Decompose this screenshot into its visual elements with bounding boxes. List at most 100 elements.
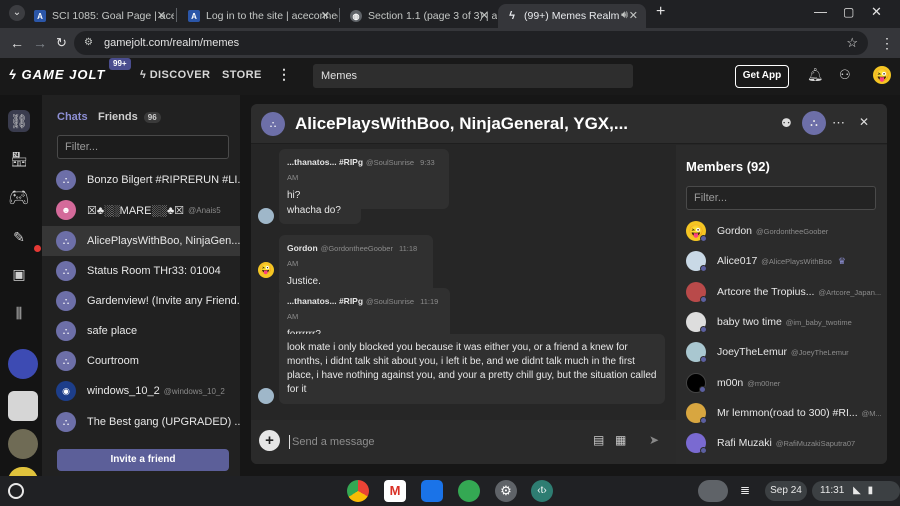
search-input[interactable]: Memes (313, 64, 633, 88)
members-filter-input[interactable]: Filter... (686, 186, 876, 210)
close-tab-icon[interactable]: ✕ (629, 9, 638, 22)
message-text: look mate i only blocked you because it … (287, 342, 657, 395)
browser-tab-3[interactable]: ◍ Section 1.1 (page 3 of 3) | acec ✕ (342, 4, 497, 28)
browser-tab-2[interactable]: A Log in to the site | aceconnect ✕ (180, 4, 338, 28)
member-item[interactable]: m00n @m00ner (686, 373, 881, 393)
browser-tab-4-active[interactable]: ϟ (99+) Memes Realm - Art, v 🔊︎ ✕ (498, 4, 646, 28)
gif-icon[interactable]: ▤ (593, 433, 604, 447)
more-menu-icon[interactable]: ⋮ (277, 66, 291, 83)
meet-icon[interactable] (458, 480, 480, 502)
tab-friends[interactable]: Friends 96 (98, 111, 161, 123)
games-icon[interactable]: 🎮︎ (8, 187, 30, 209)
holding-space-icon[interactable] (698, 480, 728, 502)
chat-item-selected[interactable]: ⛬ AlicePlaysWithBoo, NinjaGen... (42, 226, 240, 256)
store-icon[interactable]: 🏪︎ (8, 148, 30, 170)
chat-item[interactable]: ⛬ Courtroom (42, 346, 240, 376)
member-item[interactable]: 😜 Gordon @GordontheeGoober (686, 221, 881, 241)
member-item[interactable]: Alice017 @AlicePlaysWithBoo ♛ (686, 251, 881, 271)
realm-avatar-2[interactable] (8, 391, 38, 421)
member-item[interactable]: Mr lemmon(road to 300) #RI... @M... (686, 403, 881, 423)
files-icon[interactable] (421, 480, 443, 502)
bookmark-star-icon[interactable]: ☆ (846, 31, 858, 55)
notes-icon[interactable]: ≣ (740, 483, 750, 497)
user-avatar[interactable] (258, 388, 274, 404)
close-tab-icon[interactable]: ✕ (157, 9, 166, 22)
message-composer: + Send a message ▤ ▦ ➤ (251, 420, 676, 464)
tab-search-icon[interactable]: ⌄ (9, 5, 25, 21)
tab-divider (339, 8, 340, 22)
message-author: ...thanatos... #RIPg (287, 157, 364, 167)
discover-link[interactable]: ϟ DISCOVER (140, 69, 210, 81)
member-item[interactable]: Artcore the Tropius... @Artcore_Japan... (686, 282, 881, 302)
close-tab-icon[interactable]: ✕ (321, 9, 330, 22)
online-dot (700, 417, 707, 423)
chat-icon[interactable]: ⛓ (8, 110, 30, 132)
chat-options-icon[interactable]: ⋯ (832, 115, 845, 131)
browser-tab-1[interactable]: A SCI 1085: Goal Page | aceconn ✕ (26, 4, 174, 28)
back-icon[interactable]: ← (10, 34, 24, 52)
member-handle: @Artcore_Japan... (818, 287, 881, 297)
realm-avatar-1[interactable] (8, 349, 38, 379)
invite-friend-button[interactable]: Invite a friend (57, 449, 229, 471)
chat-item[interactable]: ◉ windows_10_2 @windows_10_2 (42, 376, 240, 406)
sticker-icon[interactable]: ▦ (615, 433, 626, 447)
gamejolt-logo[interactable]: ϟ GAME JOLT (9, 67, 105, 82)
forward-icon[interactable]: → (33, 34, 47, 52)
settings-icon[interactable]: ⚙ (495, 480, 517, 502)
friend-requests-icon[interactable]: ⚇ (839, 67, 851, 83)
maximize-icon[interactable]: ▢ (843, 3, 854, 21)
member-item[interactable]: JoeyTheLemur @JoeyTheLemur (686, 342, 881, 362)
chat-filter-input[interactable]: Filter... (57, 135, 229, 159)
get-app-button[interactable]: Get App (735, 65, 789, 88)
tools-icon[interactable]: ✎ (8, 226, 30, 248)
member-name: Alice017 (717, 255, 758, 267)
quests-icon[interactable]: ▣ (8, 263, 30, 285)
user-avatar[interactable]: 😜 (258, 262, 274, 278)
add-attachment-button[interactable]: + (259, 430, 280, 451)
store-link[interactable]: STORE (222, 69, 262, 81)
close-window-icon[interactable]: ✕ (871, 3, 882, 21)
chat-item[interactable]: ⛬ Bonzo Bilgert #RIPRERUN #LI... (42, 165, 240, 195)
date-chip[interactable]: Sep 24 (765, 481, 807, 501)
chat-item[interactable]: ⛬ safe place (42, 316, 240, 346)
realm-avatar-3[interactable] (8, 429, 38, 459)
launcher-icon[interactable] (8, 483, 24, 499)
members-toggle-icon[interactable]: ⛬ (802, 111, 826, 135)
url-field[interactable]: ⚙ gamejolt.com/realm/memes ☆ (74, 31, 868, 55)
add-member-icon[interactable]: ⚉ (781, 116, 792, 130)
clock: 11:31 (820, 485, 845, 496)
chat-item[interactable]: ☻ ☒♣░░MARE░░♣☒ @Anais5 (42, 195, 240, 225)
chat-item[interactable]: ⛬ The Best gang (UPGRADED) ... (42, 407, 240, 437)
reload-icon[interactable]: ↻ (56, 34, 67, 52)
chat-item[interactable]: ⛬ Status Room THr33: 01004 (42, 256, 240, 286)
member-item[interactable]: Rafi Muzaki @RafiMuzakiSaputra07 (686, 433, 881, 453)
minimize-icon[interactable]: — (814, 3, 827, 21)
user-avatar (686, 282, 707, 302)
online-dot (700, 326, 707, 332)
gmail-icon[interactable]: M (384, 480, 406, 502)
new-tab-icon[interactable]: + (656, 3, 665, 21)
chat-item[interactable]: ⛬ Gardenview! (Invite any Friend... (42, 286, 240, 316)
group-chat-icon: ⛬ (56, 231, 76, 251)
audio-playing-icon[interactable]: 🔊︎ (621, 9, 628, 22)
member-handle: @M... (861, 408, 881, 418)
user-avatar[interactable] (258, 208, 274, 224)
close-chat-icon[interactable]: ✕ (859, 115, 869, 129)
library-icon[interactable]: ⫼ (8, 302, 30, 324)
site-info-icon[interactable]: ⚙ (84, 31, 93, 55)
browser-menu-icon[interactable]: ⋮ (880, 34, 894, 52)
message-input[interactable]: Send a message (289, 435, 375, 449)
notifications-bell-icon[interactable]: 🔔︎ (807, 67, 824, 83)
user-avatar[interactable]: 😜 (873, 66, 891, 84)
app-icon[interactable]: ‹t› (531, 480, 553, 502)
member-item[interactable]: baby two time @im_baby_twotime (686, 312, 881, 332)
close-tab-icon[interactable]: ✕ (480, 9, 489, 22)
filter-placeholder: Filter... (694, 192, 728, 204)
url-text: gamejolt.com/realm/memes (104, 37, 240, 49)
status-tray[interactable]: 11:31 ◣ ▮ (812, 481, 900, 501)
member-name: Gordon (717, 225, 753, 237)
online-dot (700, 235, 707, 241)
chrome-icon[interactable] (347, 480, 369, 502)
send-icon[interactable]: ➤ (649, 433, 659, 447)
tab-chats[interactable]: Chats (57, 111, 88, 123)
